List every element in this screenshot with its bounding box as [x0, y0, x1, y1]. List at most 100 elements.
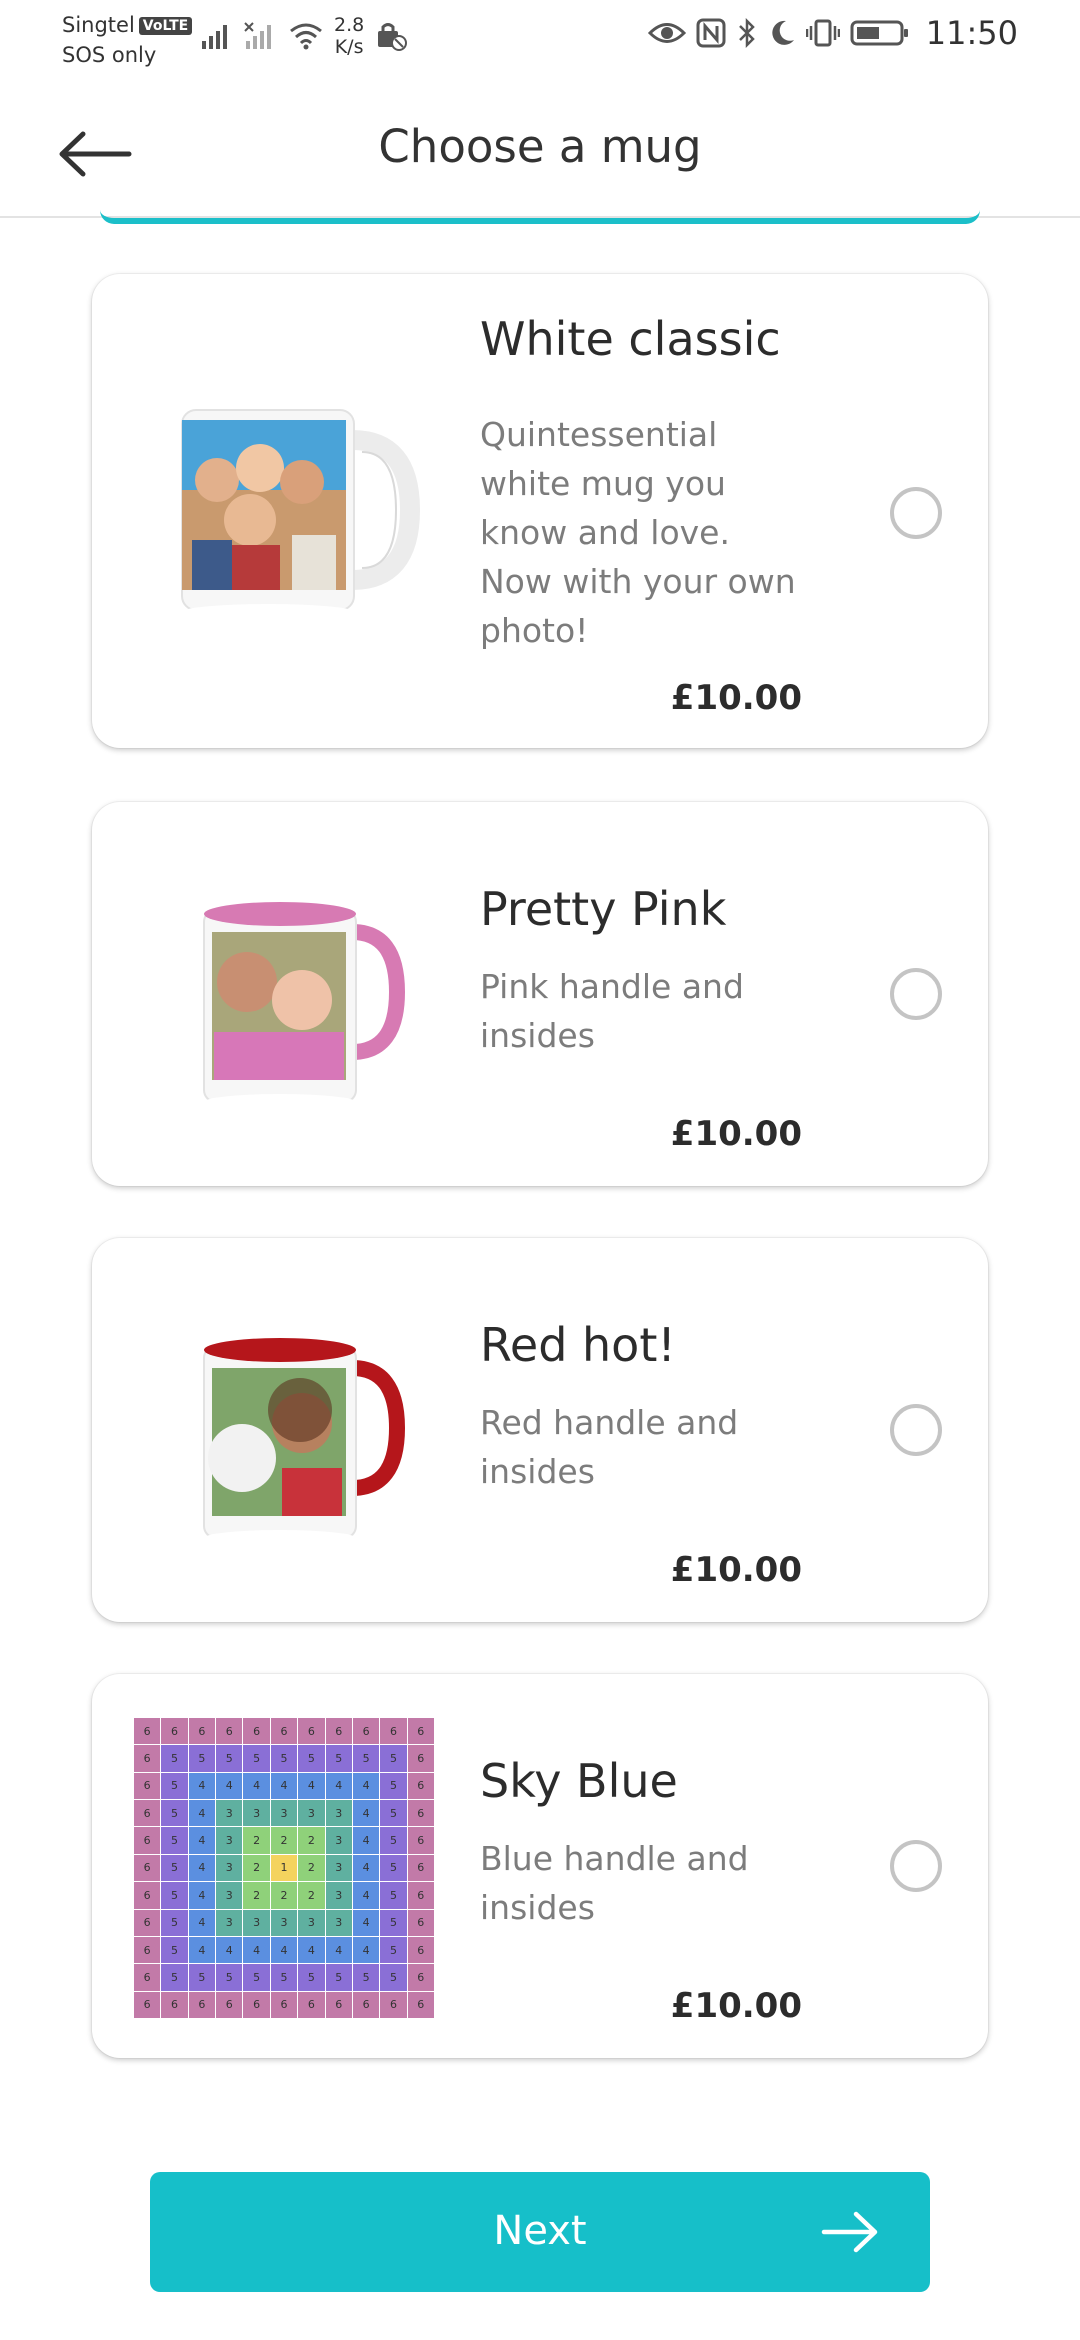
grid-cell: 6 — [134, 1882, 161, 1909]
select-radio-pretty-pink[interactable] — [890, 968, 942, 1020]
grid-cell: 6 — [161, 1718, 188, 1745]
grid-cell: 4 — [352, 1772, 380, 1800]
white-mug-image — [181, 409, 421, 620]
grid-cell: 2 — [243, 1882, 270, 1909]
grid-cell: 5 — [216, 1745, 243, 1772]
grid-cell: 3 — [243, 1800, 270, 1827]
next-button[interactable]: Next — [150, 2172, 930, 2292]
grid-cell: 3 — [270, 1909, 298, 1936]
grid-cell: 6 — [134, 1991, 161, 2018]
grid-cell: 6 — [352, 1991, 380, 2018]
mug-price: £10.00 — [670, 1986, 802, 2026]
grid-cell: 6 — [216, 1991, 243, 2018]
carrier-info: Singtel VoLTE SOS only — [62, 10, 193, 70]
network-speed: 2.8 K/s — [334, 14, 364, 58]
bluetooth-icon — [738, 17, 755, 49]
nfc-icon — [696, 18, 726, 48]
mug-price: £10.00 — [670, 1550, 802, 1590]
grid-cell: 4 — [216, 1936, 243, 1964]
grid-cell: 5 — [161, 1909, 188, 1936]
grid-cell: 2 — [243, 1854, 270, 1882]
grid-cell: 3 — [216, 1827, 243, 1854]
grid-cell: 4 — [352, 1936, 380, 1964]
mug-title: Pretty Pink — [480, 882, 727, 936]
moon-icon — [772, 20, 794, 45]
grid-cell: 5 — [243, 1964, 270, 1991]
grid-cell: 1 — [270, 1854, 298, 1882]
red-mug-image — [203, 1338, 406, 1546]
grid-cell: 5 — [243, 1745, 270, 1772]
grid-cell: 3 — [216, 1800, 243, 1827]
grid-cell: 5 — [161, 1827, 188, 1854]
placeholder-grid-image: 6666666666665555555556654444444566543333… — [134, 1718, 434, 2018]
grid-cell: 6 — [352, 1718, 380, 1745]
grid-cell: 6 — [188, 1991, 216, 2018]
signal-icon — [202, 25, 227, 49]
grid-cell: 6 — [134, 1745, 161, 1772]
grid-cell: 5 — [298, 1745, 325, 1772]
system-icons: 11:50 — [647, 14, 1018, 52]
mug-title: White classic — [480, 312, 781, 366]
grid-cell: 6 — [380, 1718, 407, 1745]
grid-cell: 3 — [298, 1800, 325, 1827]
select-radio-sky-blue[interactable] — [890, 1840, 942, 1892]
grid-cell: 4 — [298, 1936, 325, 1964]
carrier-name: Singtel — [62, 13, 135, 37]
grid-cell: 6 — [243, 1718, 270, 1745]
grid-cell: 3 — [325, 1909, 352, 1936]
select-radio-red-hot[interactable] — [890, 1404, 942, 1456]
grid-cell: 6 — [407, 1745, 434, 1772]
grid-cell: 6 — [380, 1991, 407, 2018]
grid-cell: 5 — [352, 1745, 380, 1772]
grid-cell: 6 — [407, 1772, 434, 1800]
grid-cell: 3 — [216, 1882, 243, 1909]
grid-cell: 3 — [325, 1800, 352, 1827]
grid-cell: 4 — [188, 1882, 216, 1909]
grid-cell: 3 — [325, 1882, 352, 1909]
grid-cell: 6 — [134, 1936, 161, 1964]
grid-cell: 6 — [134, 1718, 161, 1745]
mug-option-sky-blue[interactable]: 6666666666665555555556654444444566543333… — [92, 1674, 988, 2058]
grid-cell: 2 — [298, 1854, 325, 1882]
mug-description: Red handle and insides — [480, 1403, 739, 1491]
battery-icon — [850, 20, 908, 46]
grid-cell: 5 — [161, 1964, 188, 1991]
mug-option-pretty-pink[interactable]: Pretty Pink Pink handle and insides £10.… — [92, 802, 988, 1186]
grid-cell: 6 — [325, 1991, 352, 2018]
wifi-icon — [290, 23, 322, 50]
grid-cell: 3 — [216, 1909, 243, 1936]
mug-option-white-classic[interactable]: White classic Quintessential white mug y… — [92, 274, 988, 748]
grid-cell: 5 — [380, 1745, 407, 1772]
grid-cell: 5 — [380, 1964, 407, 1991]
grid-cell: 4 — [352, 1909, 380, 1936]
grid-cell: 4 — [352, 1800, 380, 1827]
previous-card-edge — [100, 210, 980, 224]
grid-cell: 3 — [216, 1854, 243, 1882]
grid-cell: 4 — [188, 1772, 216, 1800]
grid-cell: 5 — [270, 1964, 298, 1991]
grid-cell: 6 — [188, 1718, 216, 1745]
select-radio-white-classic[interactable] — [890, 487, 942, 539]
grid-cell: 4 — [352, 1827, 380, 1854]
pink-mug-image — [203, 902, 406, 1110]
grid-cell: 3 — [243, 1909, 270, 1936]
grid-cell: 4 — [352, 1854, 380, 1882]
mug-option-red-hot[interactable]: Red hot! Red handle and insides £10.00 — [92, 1238, 988, 1622]
grid-cell: 5 — [380, 1909, 407, 1936]
grid-cell: 6 — [134, 1772, 161, 1800]
grid-cell: 4 — [298, 1772, 325, 1800]
grid-cell: 3 — [298, 1909, 325, 1936]
mug-price: £10.00 — [670, 1114, 802, 1154]
grid-cell: 3 — [325, 1827, 352, 1854]
signal-no-service-icon — [244, 22, 271, 49]
grid-cell: 5 — [380, 1936, 407, 1964]
grid-cell: 2 — [270, 1827, 298, 1854]
grid-cell: 5 — [161, 1882, 188, 1909]
grid-cell: 6 — [407, 1909, 434, 1936]
grid-cell: 4 — [352, 1882, 380, 1909]
mug-description: Quintessential white mug you know and lo… — [480, 415, 796, 650]
grid-cell: 6 — [325, 1718, 352, 1745]
grid-cell: 5 — [161, 1800, 188, 1827]
mug-description: Pink handle and insides — [480, 967, 744, 1055]
grid-cell: 4 — [270, 1772, 298, 1800]
